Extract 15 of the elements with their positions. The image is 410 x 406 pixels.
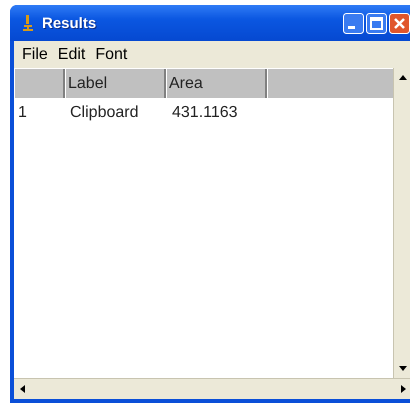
column-header[interactable]: Label	[65, 69, 166, 98]
microscope-icon	[22, 14, 34, 32]
menu-item[interactable]: Font	[95, 46, 128, 64]
minimize-icon[interactable]	[343, 12, 364, 34]
table-cell-text: Clipboard	[69, 103, 140, 123]
menu-item[interactable]: Edit	[58, 46, 86, 64]
maximize-icon[interactable]	[366, 12, 387, 34]
window-title: Results	[42, 14, 98, 32]
close-icon[interactable]	[389, 12, 410, 34]
table-cell-text: 431.1163	[171, 103, 239, 123]
column-header[interactable]: Area	[166, 69, 267, 98]
menu-item[interactable]: File	[22, 46, 48, 64]
vertical-scrollbar[interactable]	[393, 68, 410, 378]
horizontal-scrollbar[interactable]	[14, 378, 410, 399]
table-cell-text: 1	[17, 103, 28, 123]
